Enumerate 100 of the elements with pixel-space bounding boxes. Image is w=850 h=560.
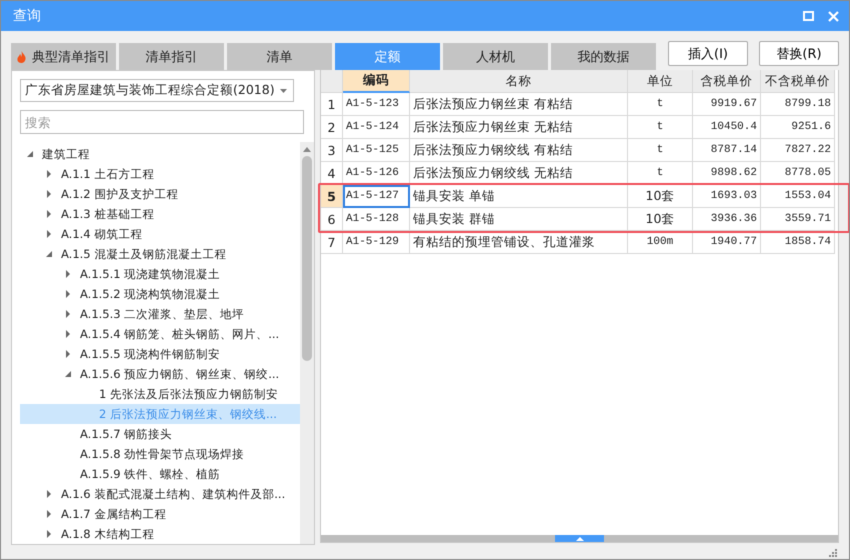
up-arrow-icon <box>576 536 584 540</box>
tree-item[interactable]: A.1.1 土石方工程 <box>20 164 300 184</box>
table-cell: t <box>628 116 693 139</box>
window-title: 查询 <box>13 7 42 25</box>
tree-item[interactable]: A.1.7 金属结构工程 <box>20 504 300 524</box>
table-cell: 后张法预应力钢绞线 有粘结 <box>410 139 628 162</box>
collapse-arrow-icon[interactable] <box>45 250 53 258</box>
table-cell: 1693.03 <box>693 185 761 208</box>
table-cell: 1940.77 <box>693 231 761 254</box>
column-header[interactable]: 名称 <box>410 70 628 93</box>
flame-icon <box>17 50 26 62</box>
tab[interactable]: 典型清单指引 <box>11 43 116 70</box>
table-cell: 有粘结的预埋管铺设、孔道灌浆 <box>410 231 628 254</box>
collapse-arrow-icon[interactable] <box>64 370 72 378</box>
tree-item[interactable]: A.1.5.4 钢筋笼、桩头钢筋、网片、... <box>20 324 300 344</box>
resize-grip-icon[interactable] <box>828 548 837 557</box>
table-cell: 8778.05 <box>761 162 835 185</box>
tree-item[interactable]: A.1.5 混凝土及钢筋混凝土工程 <box>20 244 300 264</box>
maximize-icon[interactable] <box>803 11 814 21</box>
expand-arrow-icon[interactable] <box>64 330 72 338</box>
scroll-up-icon[interactable] <box>303 147 311 152</box>
table-cell: 3559.71 <box>761 208 835 231</box>
action-button[interactable]: 插入(I) <box>668 41 748 66</box>
tree-item[interactable]: A.1.2 围护及支护工程 <box>20 184 300 204</box>
table-cell: t <box>628 162 693 185</box>
tree-item[interactable]: A.1.5.9 铁件、螺栓、植筋 <box>20 464 300 484</box>
table-cell: t <box>628 139 693 162</box>
expand-arrow-icon[interactable] <box>45 190 53 198</box>
library-select[interactable]: 广东省房屋建筑与装饰工程综合定额(2018) <box>20 79 294 102</box>
table-cell: 8799.18 <box>761 93 835 116</box>
table-cell: 9898.62 <box>693 162 761 185</box>
expand-arrow-icon[interactable] <box>45 490 53 498</box>
expand-arrow-icon[interactable] <box>45 210 53 218</box>
table-cell: 锚具安装 单锚 <box>410 185 628 208</box>
table-cell: 后张法预应力钢丝束 有粘结 <box>410 93 628 116</box>
tree-item[interactable]: A.1.5.1 现浇建筑物混凝土 <box>20 264 300 284</box>
table-cell: A1-5-124 <box>343 116 410 139</box>
table-cell: 10450.4 <box>693 116 761 139</box>
tree-item[interactable]: A.1.5.5 现浇构件钢筋制安 <box>20 344 300 364</box>
tab[interactable]: 人材机 <box>443 43 548 70</box>
row-number: 6 <box>321 208 343 231</box>
row-number: 5 <box>321 185 343 208</box>
tab[interactable]: 清单 <box>227 43 332 70</box>
table-cell: A1-5-129 <box>343 231 410 254</box>
tree-item[interactable]: A.1.5.2 现浇构筑物混凝土 <box>20 284 300 304</box>
row-number: 7 <box>321 231 343 254</box>
expand-arrow-icon[interactable] <box>64 290 72 298</box>
expand-arrow-icon[interactable] <box>45 530 53 538</box>
table-cell: 1858.74 <box>761 231 835 254</box>
tab[interactable]: 我的数据 <box>551 43 656 70</box>
table-cell: 9919.67 <box>693 93 761 116</box>
table-cell: 8787.14 <box>693 139 761 162</box>
tree-item[interactable]: A.1.5.3 二次灌浆、垫层、地坪 <box>20 304 300 324</box>
tree-item[interactable]: 1 先张法及后张法预应力钢筋制安 <box>20 384 300 404</box>
table-cell: 7827.22 <box>761 139 835 162</box>
action-button[interactable]: 替换(R) <box>759 41 839 66</box>
column-header[interactable]: 不含税单价 <box>761 70 835 93</box>
tree-item[interactable]: A.1.4 砌筑工程 <box>20 224 300 244</box>
header-corner <box>321 70 343 93</box>
close-icon[interactable] <box>828 10 839 22</box>
table-cell: t <box>628 93 693 116</box>
table-cell: A1-5-128 <box>343 208 410 231</box>
splitter-handle[interactable] <box>555 535 604 542</box>
tree-item[interactable]: 建筑工程 <box>20 144 300 164</box>
row-number: 3 <box>321 139 343 162</box>
table-cell: 10套 <box>628 185 693 208</box>
tree-item[interactable]: A.1.8 木结构工程 <box>20 524 300 544</box>
table-cell: A1-5-125 <box>343 139 410 162</box>
tree-item[interactable]: A.1.6 装配式混凝土结构、建筑构件及部... <box>20 484 300 504</box>
tab[interactable]: 清单指引 <box>119 43 224 70</box>
table-cell: 10套 <box>628 208 693 231</box>
dropdown-caret-icon <box>280 88 287 92</box>
row-number: 1 <box>321 93 343 116</box>
expand-arrow-icon[interactable] <box>64 310 72 318</box>
expand-arrow-icon[interactable] <box>45 230 53 238</box>
expand-arrow-icon[interactable] <box>64 350 72 358</box>
expand-arrow-icon[interactable] <box>45 510 53 518</box>
table-cell: 9251.6 <box>761 116 835 139</box>
table-cell: 锚具安装 群锚 <box>410 208 628 231</box>
tree-item[interactable]: A.1.5.6 预应力钢筋、钢丝束、钢绞... <box>20 364 300 384</box>
search-field[interactable]: 搜索 <box>20 110 304 134</box>
table-cell: 3936.36 <box>693 208 761 231</box>
expand-arrow-icon[interactable] <box>64 270 72 278</box>
tree-item[interactable]: A.1.5.7 钢筋接头 <box>20 424 300 444</box>
scrollbar[interactable] <box>300 142 314 544</box>
collapse-arrow-icon[interactable] <box>26 150 34 158</box>
tree-item[interactable]: A.1.5.8 劲性骨架节点现场焊接 <box>20 444 300 464</box>
tree-item[interactable]: A.1.3 桩基础工程 <box>20 204 300 224</box>
table-cell: 后张法预应力钢绞线 无粘结 <box>410 162 628 185</box>
column-header[interactable]: 编码 <box>343 70 410 93</box>
column-header[interactable]: 单位 <box>628 70 693 93</box>
table-cell: A1-5-126 <box>343 162 410 185</box>
table-cell: A1-5-127 <box>343 185 410 208</box>
expand-arrow-icon[interactable] <box>45 170 53 178</box>
column-header[interactable]: 含税单价 <box>693 70 761 93</box>
row-number: 2 <box>321 116 343 139</box>
table-cell: 1553.04 <box>761 185 835 208</box>
table-cell: 100m <box>628 231 693 254</box>
table-cell: A1-5-123 <box>343 93 410 116</box>
table-cell: 后张法预应力钢丝束 无粘结 <box>410 116 628 139</box>
